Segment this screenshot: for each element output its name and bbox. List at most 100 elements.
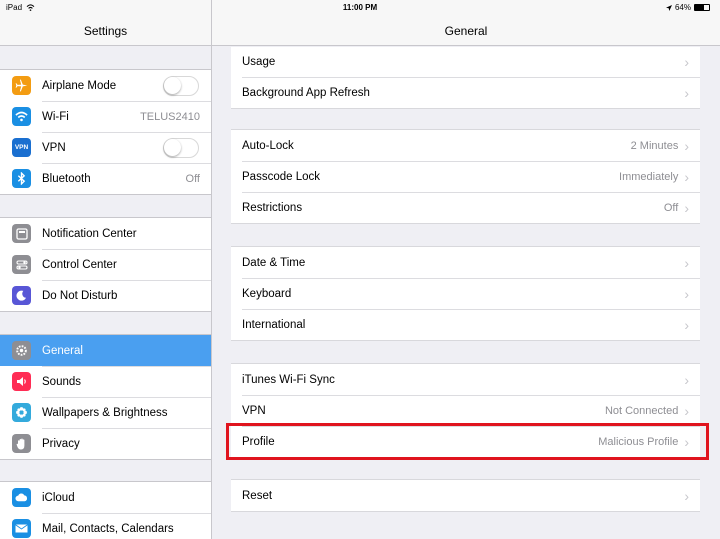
general-group-locale: Date & Time › Keyboard › International › bbox=[231, 246, 700, 341]
sidebar-item-label: General bbox=[42, 344, 83, 357]
row-label: Auto-Lock bbox=[242, 139, 294, 152]
airplane-mode-toggle[interactable] bbox=[163, 75, 199, 96]
general-row-itunes-wifi-sync[interactable]: iTunes Wi-Fi Sync › bbox=[231, 364, 700, 395]
general-group-security: Auto-Lock 2 Minutes › Passcode Lock Imme… bbox=[231, 129, 700, 224]
row-value: Immediately bbox=[619, 170, 679, 183]
general-group-reset: Reset › bbox=[231, 479, 700, 512]
status-bar: iPad 11:00 PM 64% bbox=[0, 0, 720, 16]
general-row-restrictions[interactable]: Restrictions Off › bbox=[231, 192, 700, 223]
sidebar-item-label: Notification Center bbox=[42, 227, 137, 240]
sidebar-item-label: Bluetooth bbox=[42, 172, 91, 185]
sidebar-item-label: iCloud bbox=[42, 491, 75, 504]
sidebar-item-label: Airplane Mode bbox=[42, 79, 117, 92]
sidebar-item-label: Privacy bbox=[42, 437, 80, 450]
battery-icon bbox=[694, 4, 710, 11]
row-value: 2 Minutes bbox=[630, 139, 679, 152]
sidebar-title: Settings bbox=[83, 24, 128, 38]
speaker-icon bbox=[12, 372, 31, 391]
control-center-icon bbox=[12, 255, 31, 274]
sidebar-item-sounds[interactable]: Sounds bbox=[0, 366, 211, 397]
sidebar-group-accounts: iCloud Mail, Contacts, Calendars bbox=[0, 481, 211, 539]
general-row-usage[interactable]: Usage › bbox=[231, 47, 700, 77]
chevron-right-icon: › bbox=[684, 137, 689, 154]
sidebar-item-bluetooth[interactable]: Bluetooth Off bbox=[0, 163, 211, 194]
sidebar-item-wallpapers-brightness[interactable]: Wallpapers & Brightness bbox=[0, 397, 211, 428]
general-row-date-time[interactable]: Date & Time › bbox=[231, 247, 700, 278]
chevron-right-icon: › bbox=[684, 285, 689, 302]
location-arrow-icon bbox=[665, 4, 672, 11]
sidebar-item-airplane-mode[interactable]: Airplane Mode bbox=[0, 70, 211, 101]
sidebar-item-vpn[interactable]: VPN VPN bbox=[0, 132, 211, 163]
status-time: 11:00 PM bbox=[342, 3, 378, 12]
vpn-icon: VPN bbox=[12, 138, 31, 157]
flower-icon bbox=[12, 403, 31, 422]
sidebar-item-control-center[interactable]: Control Center bbox=[0, 249, 211, 280]
profile-highlight-box bbox=[226, 423, 709, 460]
sidebar-item-wifi[interactable]: Wi-Fi TELUS2410 bbox=[0, 101, 211, 132]
chevron-right-icon: › bbox=[684, 168, 689, 185]
sidebar-item-label: VPN bbox=[42, 141, 66, 154]
row-value: Not Connected bbox=[604, 404, 679, 417]
gear-icon bbox=[12, 341, 31, 360]
sidebar-item-mail-contacts-calendars[interactable]: Mail, Contacts, Calendars bbox=[0, 513, 211, 539]
bluetooth-icon bbox=[12, 169, 31, 188]
general-row-reset[interactable]: Reset › bbox=[231, 480, 700, 511]
row-label: Restrictions bbox=[242, 201, 303, 214]
chevron-right-icon: › bbox=[684, 316, 689, 333]
row-label: Background App Refresh bbox=[242, 86, 370, 99]
sidebar-item-label: Mail, Contacts, Calendars bbox=[42, 522, 174, 535]
sidebar-item-icloud[interactable]: iCloud bbox=[0, 482, 211, 513]
sidebar-group-device: General Sounds Wallpapers & Brightness P… bbox=[0, 334, 211, 460]
sidebar-nav-bar: Settings bbox=[0, 16, 211, 46]
sidebar-item-general[interactable]: General bbox=[0, 335, 211, 366]
bluetooth-value: Off bbox=[185, 172, 200, 185]
wifi-network-value: TELUS2410 bbox=[140, 110, 200, 123]
general-row-keyboard[interactable]: Keyboard › bbox=[231, 278, 700, 309]
row-label: Date & Time bbox=[242, 256, 306, 269]
general-group-usage: Usage › Background App Refresh › bbox=[231, 47, 700, 109]
notification-center-icon bbox=[12, 224, 31, 243]
sidebar-item-privacy[interactable]: Privacy bbox=[0, 428, 211, 459]
hand-icon bbox=[12, 434, 31, 453]
mail-icon bbox=[12, 519, 31, 538]
battery-fill bbox=[695, 5, 704, 10]
general-row-auto-lock[interactable]: Auto-Lock 2 Minutes › bbox=[231, 130, 700, 161]
chevron-right-icon: › bbox=[684, 84, 689, 101]
sidebar-group-connectivity: Airplane Mode Wi-Fi TELUS2410 VPN VPN Bl… bbox=[0, 69, 211, 195]
airplane-icon bbox=[12, 76, 31, 95]
split-view-divider bbox=[211, 0, 212, 539]
general-row-passcode-lock[interactable]: Passcode Lock Immediately › bbox=[231, 161, 700, 192]
general-row-background-app-refresh[interactable]: Background App Refresh › bbox=[231, 77, 700, 108]
row-label: Keyboard bbox=[242, 287, 292, 300]
row-label: Usage bbox=[242, 55, 276, 68]
row-label: iTunes Wi-Fi Sync bbox=[242, 373, 335, 386]
main-nav-bar: General bbox=[212, 16, 720, 46]
row-value: Off bbox=[663, 201, 679, 214]
sidebar-item-label: Wi-Fi bbox=[42, 110, 69, 123]
sidebar-item-label: Control Center bbox=[42, 258, 117, 271]
general-row-vpn[interactable]: VPN Not Connected › bbox=[231, 395, 700, 426]
sidebar-group-notifications: Notification Center Control Center Do No… bbox=[0, 217, 211, 312]
wifi-icon bbox=[12, 107, 31, 126]
sidebar-item-label: Sounds bbox=[42, 375, 82, 388]
cloud-icon bbox=[12, 488, 31, 507]
chevron-right-icon: › bbox=[684, 199, 689, 216]
sidebar-item-notification-center[interactable]: Notification Center bbox=[0, 218, 211, 249]
ipad-settings-screen: iPad 11:00 PM 64% Settings General Airpl… bbox=[0, 0, 720, 539]
chevron-right-icon: › bbox=[684, 371, 689, 388]
moon-icon bbox=[12, 286, 31, 305]
battery-percent: 64% bbox=[674, 3, 691, 12]
vpn-toggle[interactable] bbox=[163, 137, 199, 158]
main-title: General bbox=[444, 24, 488, 38]
chevron-right-icon: › bbox=[684, 53, 689, 70]
chevron-right-icon: › bbox=[684, 402, 689, 419]
row-label: VPN bbox=[242, 404, 266, 417]
general-row-international[interactable]: International › bbox=[231, 309, 700, 340]
general-settings-panel: Usage › Background App Refresh › Auto-Lo… bbox=[212, 47, 720, 539]
sidebar-item-do-not-disturb[interactable]: Do Not Disturb bbox=[0, 280, 211, 311]
sidebar-item-label: Wallpapers & Brightness bbox=[42, 406, 168, 419]
row-label: Reset bbox=[242, 489, 273, 502]
sidebar-item-label: Do Not Disturb bbox=[42, 289, 118, 302]
row-label: Passcode Lock bbox=[242, 170, 320, 183]
row-label: International bbox=[242, 318, 306, 331]
